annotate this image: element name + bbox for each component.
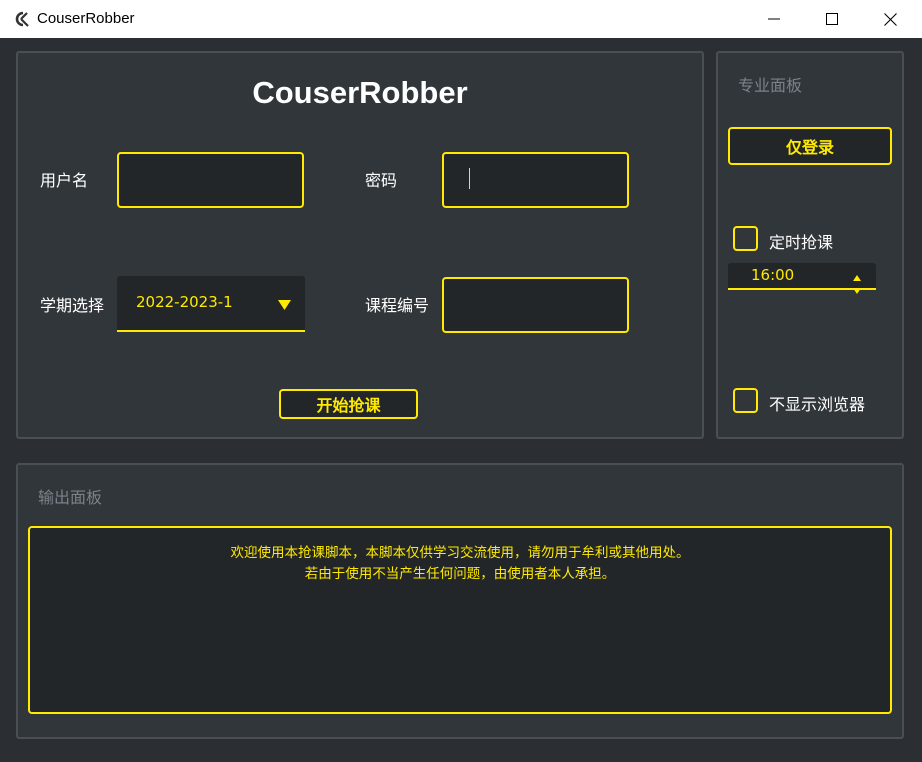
triangle-down-icon xyxy=(278,296,291,315)
start-grab-button[interactable]: 开始抢课 xyxy=(279,389,418,419)
minimize-icon xyxy=(768,18,780,20)
hide-browser-label: 不显示浏览器 xyxy=(769,395,866,414)
timed-grab-checkbox[interactable] xyxy=(733,226,758,251)
minimize-button[interactable] xyxy=(745,0,803,38)
password-label: 密码 xyxy=(365,171,398,190)
timed-grab-label: 定时抢课 xyxy=(769,233,834,252)
output-panel-title: 输出面板 xyxy=(38,488,103,507)
course-id-input[interactable] xyxy=(442,277,629,333)
login-only-button[interactable]: 仅登录 xyxy=(728,127,892,165)
output-line: 若由于使用不当产生任何问题，由使用者本人承担。 xyxy=(304,566,616,582)
output-panel: 输出面板 欢迎使用本抢课脚本，本脚本仅供学习交流使用，请勿用于牟利或其他用处。 … xyxy=(16,463,904,739)
title-bar[interactable]: CouserRobber xyxy=(0,0,922,38)
close-button[interactable] xyxy=(861,0,919,38)
pro-panel: 专业面板 仅登录 定时抢课 16:00 不显示浏览器 xyxy=(716,51,904,439)
password-input[interactable] xyxy=(442,152,629,208)
hide-browser-checkbox[interactable] xyxy=(733,388,758,413)
username-input[interactable] xyxy=(117,152,304,208)
username-label: 用户名 xyxy=(40,171,89,190)
app-window: CouserRobber CouserRobber 用户名 密码 学期选择 20… xyxy=(0,0,922,762)
app-logo-icon xyxy=(12,10,30,28)
maximize-button[interactable] xyxy=(803,0,861,38)
time-spinbox[interactable]: 16:00 xyxy=(728,263,876,294)
output-log[interactable]: 欢迎使用本抢课脚本，本脚本仅供学习交流使用，请勿用于牟利或其他用处。 若由于使用… xyxy=(28,526,892,714)
output-line: 欢迎使用本抢课脚本，本脚本仅供学习交流使用，请勿用于牟利或其他用处。 xyxy=(230,545,690,561)
spin-down-icon[interactable] xyxy=(853,279,861,298)
term-select-value: 2022-2023-1 xyxy=(136,293,233,311)
maximize-icon xyxy=(826,13,838,25)
time-value: 16:00 xyxy=(751,266,795,284)
main-panel: CouserRobber 用户名 密码 学期选择 2022-2023-1 课程编… xyxy=(16,51,704,439)
text-caret xyxy=(469,168,470,189)
pro-panel-title: 专业面板 xyxy=(738,76,803,95)
app-heading: CouserRobber xyxy=(252,75,468,110)
term-label: 学期选择 xyxy=(40,296,105,315)
window-title: CouserRobber xyxy=(37,10,135,27)
term-select[interactable]: 2022-2023-1 xyxy=(117,276,305,332)
course-label: 课程编号 xyxy=(365,296,430,315)
close-icon xyxy=(883,12,897,26)
